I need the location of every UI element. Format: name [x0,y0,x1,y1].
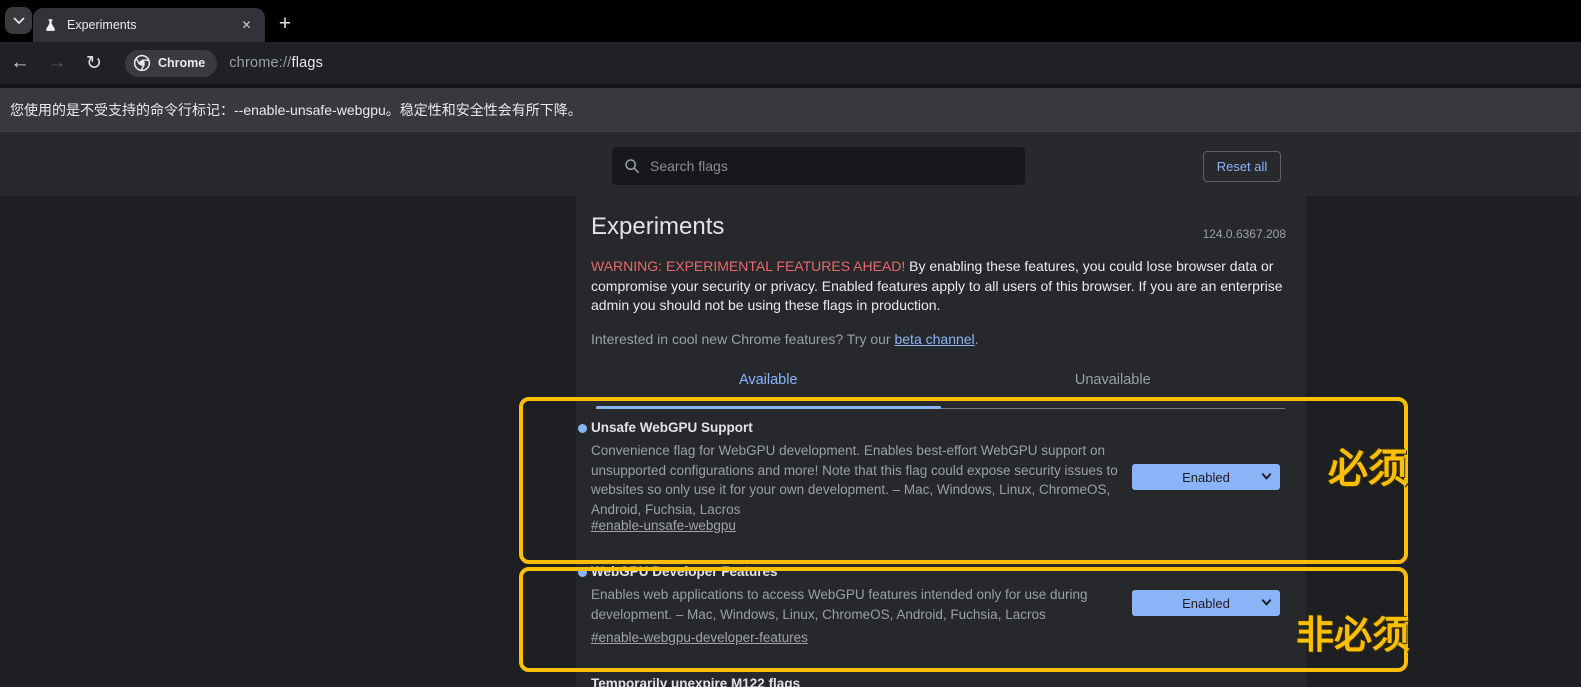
chrome-version: 124.0.6367.208 [1203,227,1286,241]
reset-all-button[interactable]: Reset all [1203,151,1281,182]
flags-search-bar: Reset all [0,131,1581,196]
flag-description: Convenience flag for WebGPU development.… [591,441,1125,519]
browser-window: Experiments ✕ + ← → ↻ Chrome [0,0,1581,687]
flag-state-select[interactable]: Enabled [1132,590,1280,616]
flag-title-partial: Temporarily unexpire M122 flags [591,676,800,687]
infobar-text: 您使用的是不受支持的命令行标记：--enable-unsafe-webgpu。稳… [10,100,582,120]
unsupported-flag-infobar: 您使用的是不受支持的命令行标记：--enable-unsafe-webgpu。稳… [0,88,1581,131]
flag-row-unsafe-webgpu: Unsafe WebGPU Support Convenience flag f… [576,420,1306,565]
url-path: flags [291,55,323,71]
flag-permalink[interactable]: #enable-webgpu-developer-features [591,630,808,645]
promo-text: Interested in cool new Chrome features? … [591,331,894,347]
browser-tab-experiments[interactable]: Experiments ✕ [33,8,265,42]
flag-permalink[interactable]: #enable-unsafe-webgpu [591,518,736,533]
chrome-badge-label: Chrome [158,56,205,70]
flag-description: Enables web applications to access WebGP… [591,585,1125,624]
address-bar[interactable]: chrome://flags [229,55,323,71]
reload-button[interactable]: ↻ [77,46,111,80]
tabs-underline-slider [596,406,941,409]
chevron-down-icon [1261,597,1272,608]
promo-suffix: . [975,331,979,347]
plus-icon: + [279,12,291,36]
tab-strip: Experiments ✕ + [0,0,1581,42]
tab-title: Experiments [67,18,229,32]
flag-bullet-icon [578,424,587,433]
url-scheme: chrome:// [229,55,291,71]
reload-icon: ↻ [86,52,102,75]
beta-promo: Interested in cool new Chrome features? … [591,331,1283,347]
experimental-warning: WARNING: EXPERIMENTAL FEATURES AHEAD! By… [591,257,1283,316]
tab-unavailable[interactable]: Unavailable [941,372,1286,396]
flask-icon [43,18,58,33]
flag-row-webgpu-developer: WebGPU Developer Features Enables web ap… [576,564,1306,664]
experiments-panel: Experiments 124.0.6367.208 WARNING: EXPE… [576,196,1306,687]
tab-available[interactable]: Available [596,372,941,396]
forward-button[interactable]: → [40,46,74,80]
beta-channel-link[interactable]: beta channel [894,331,974,347]
tab-search-button[interactable] [5,7,32,34]
new-tab-button[interactable]: + [270,9,300,39]
flag-title: Unsafe WebGPU Support [591,420,753,435]
chevron-down-icon [1261,471,1272,482]
search-input[interactable] [650,158,1013,174]
browser-toolbar: ← → ↻ Chrome chrome://flags [0,42,1581,84]
search-icon [624,158,640,174]
back-arrow-icon: ← [11,52,30,74]
chevron-down-icon [13,17,25,25]
chrome-logo-icon [133,54,151,72]
flag-title: WebGPU Developer Features [591,564,778,579]
page-title: Experiments [591,213,724,241]
flag-state-select[interactable]: Enabled [1132,464,1280,490]
forward-arrow-icon: → [48,52,67,74]
chrome-badge[interactable]: Chrome [125,50,217,77]
search-box[interactable] [612,147,1025,185]
close-icon[interactable]: ✕ [238,17,255,34]
flag-bullet-icon [578,568,587,577]
flags-tabs: Available Unavailable [596,372,1285,396]
back-button[interactable]: ← [3,46,37,80]
warning-strong-text: WARNING: EXPERIMENTAL FEATURES AHEAD! [591,258,905,274]
